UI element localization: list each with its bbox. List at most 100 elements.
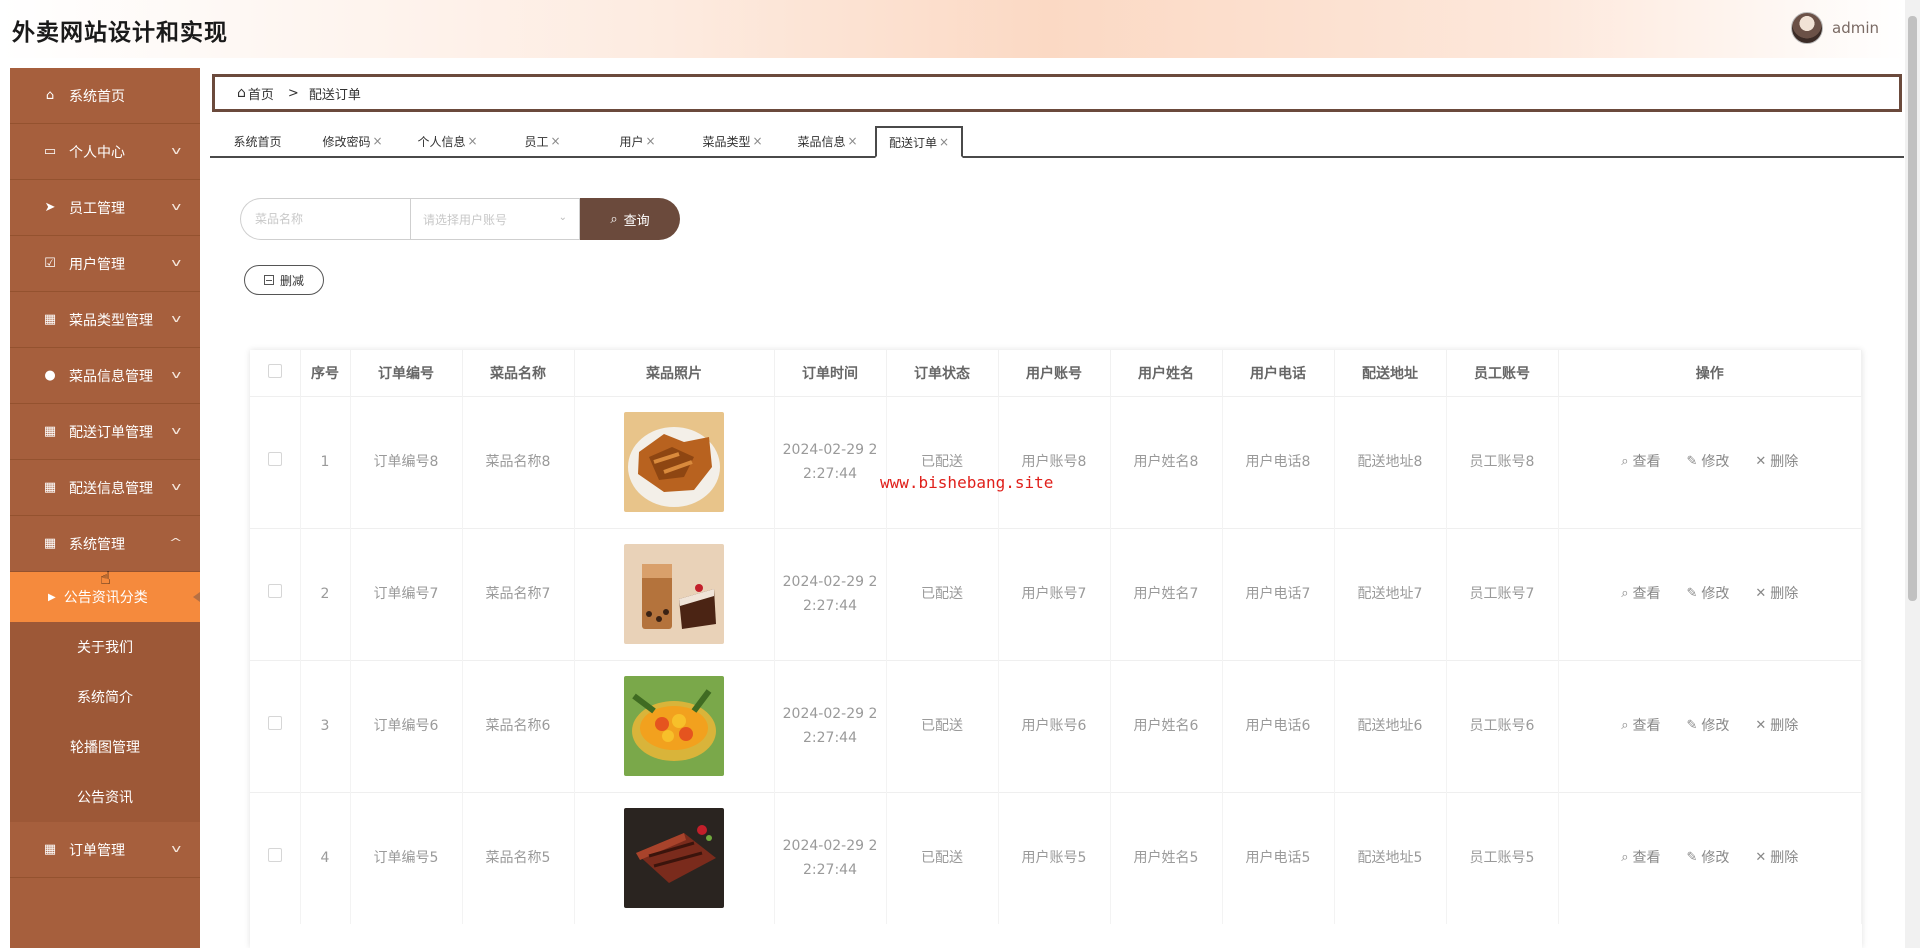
user-account-select[interactable]: 请选择用户账号 ⌄ [410,198,580,240]
row-checkbox[interactable] [267,584,282,598]
sidebar-item-delivery-info[interactable]: ▦ 配送信息管理 v [10,460,200,516]
pointer-cursor-icon: ☝ [100,568,111,589]
sidebar-item-label: 订单管理 [69,842,125,859]
tab-staff[interactable]: 员工 × [495,126,590,156]
edit-button[interactable]: ✎ 修改 [1686,714,1729,738]
search-button[interactable]: ⌕ 查询 [580,198,680,240]
cell-staff-account: 员工账号5 [1446,791,1559,924]
edit-button[interactable]: ✎ 修改 [1686,450,1729,474]
scrollbar-thumb[interactable] [1908,16,1917,601]
delete-row-button[interactable]: ✕ 删除 [1755,582,1798,606]
pencil-icon: ✎ [1686,718,1698,733]
user-menu[interactable]: admin [1791,12,1879,44]
sidebar-subitem-about[interactable]: 关于我们 [10,622,200,672]
close-icon[interactable]: × [752,134,762,148]
check-box-icon: ☑ [44,256,56,271]
edit-label: 修改 [1701,718,1730,734]
cell-dish-photo [574,791,775,924]
cell-dish-name: 菜品名称6 [462,659,575,792]
sidebar-item-delivery-orders[interactable]: ▦ 配送订单管理 v [10,404,200,460]
tab-delivery-orders[interactable]: 配送订单 × [875,126,963,158]
column-header: 菜品照片 [574,350,775,396]
view-button[interactable]: ⌕ 查看 [1621,714,1660,738]
tab-label: 修改密码 [322,134,371,149]
delete-button[interactable]: 删减 [244,265,324,295]
sidebar-subitem-notices[interactable]: 公告资讯 [10,772,200,822]
sidebar-item-personal[interactable]: ▭ 个人中心 v [10,124,200,180]
sidebar-item-orders[interactable]: ▦ 订单管理 v [10,822,200,878]
tab-home[interactable]: 系统首页 [210,126,305,156]
close-icon[interactable]: × [550,134,560,148]
send-icon: ➤ [44,200,56,215]
sidebar-subitem-label: 系统简介 [77,690,133,706]
tab-dish-info[interactable]: 菜品信息 × [780,126,875,156]
chevron-down-icon: v [171,424,182,437]
cell-ops: ⌕ 查看 ✎ 修改 ✕ 删除 [1558,527,1862,660]
edit-button[interactable]: ✎ 修改 [1686,846,1729,870]
edit-label: 修改 [1701,454,1730,470]
tab-label: 菜品类型 [702,134,751,149]
close-icon[interactable]: × [372,134,382,148]
cell-status: 已配送 [886,659,999,792]
close-icon[interactable]: × [847,134,857,148]
tab-dish-types[interactable]: 菜品类型 × [685,126,780,156]
edit-button[interactable]: ✎ 修改 [1686,582,1729,606]
search-button-label: 查询 [623,213,650,229]
view-button[interactable]: ⌕ 查看 [1621,582,1660,606]
close-icon[interactable]: × [645,134,655,148]
cell-dish-photo [574,659,775,792]
table-row: 2 订单编号7 菜品名称7 2024-02-29 2 2:27:44 已配送 用… [250,527,1862,660]
cell-order-time: 2024-02-29 2 2:27:44 [774,659,887,792]
row-checkbox[interactable] [267,716,282,730]
tab-users[interactable]: 用户 × [590,126,685,156]
sidebar-item-dish-types[interactable]: ▦ 菜品类型管理 v [10,292,200,348]
table-row: 3 订单编号6 菜品名称6 2024-02-29 2 2:27:44 已配送 用… [250,659,1862,792]
sidebar-subitem-label: 公告资讯分类 [63,590,148,606]
cell-no: 3 [300,659,351,792]
row-select-cell [250,395,301,528]
sidebar-item-system[interactable]: ▦ 系统管理 ^ [10,516,200,572]
edit-label: 修改 [1701,850,1730,867]
table-row: 4 订单编号5 菜品名称5 2024-02-29 2 2:27:44 已配送 用… [250,791,1862,924]
search-bar: 请选择用户账号 ⌄ ⌕ 查询 [240,198,680,240]
breadcrumb-home[interactable]: 首页 [248,84,274,103]
row-checkbox[interactable] [267,848,282,863]
cell-dish-photo [574,527,775,660]
close-icon[interactable]: × [939,135,949,149]
sidebar-item-dish-info[interactable]: ● 菜品信息管理 v [10,348,200,404]
avatar[interactable] [1791,12,1823,44]
sidebar-item-staff[interactable]: ➤ 员工管理 v [10,180,200,236]
minus-square-icon [263,275,274,285]
delete-row-button[interactable]: ✕ 删除 [1755,450,1798,474]
row-checkbox[interactable] [267,452,282,466]
row-select-cell [250,659,301,792]
chevron-down-icon: v [171,144,182,157]
grid-icon: ▦ [43,842,57,857]
sidebar-subitem-intro[interactable]: 系统简介 [10,672,200,722]
cell-order-no: 订单编号7 [350,527,463,660]
sidebar-item-label: 用户管理 [69,256,125,273]
delete-row-button[interactable]: ✕ 删除 [1755,846,1798,870]
active-indicator [193,592,200,602]
view-button[interactable]: ⌕ 查看 [1621,450,1660,474]
sidebar-subitem-carousel[interactable]: 轮播图管理 [10,722,200,772]
page-scrollbar[interactable] [1905,0,1920,948]
tab-label: 配送订单 [888,135,937,150]
dish-photo [624,808,724,909]
tab-change-password[interactable]: 修改密码 × [305,126,400,156]
order-time-text: 2024-02-29 2 2:27:44 [782,706,878,746]
delete-row-button[interactable]: ✕ 删除 [1755,714,1798,738]
watermark: www.bishebang.site [880,473,1054,492]
select-all-checkbox[interactable] [267,363,282,378]
sidebar-item-users[interactable]: ☑ 用户管理 v [10,236,200,292]
close-icon[interactable]: × [467,134,477,148]
column-header: 配送地址 [1334,350,1447,396]
sidebar-item-home[interactable]: ⌂ 系统首页 [10,68,200,124]
breadcrumb: ⌂ 首页 > 配送订单 [212,74,1902,112]
cell-order-no: 订单编号8 [350,395,463,528]
order-time-text: 2024-02-29 2 2:27:44 [782,838,878,879]
dish-name-input[interactable] [240,198,410,240]
user-name[interactable]: admin [1832,19,1879,37]
tab-personal-info[interactable]: 个人信息 × [400,126,495,156]
view-button[interactable]: ⌕ 查看 [1621,846,1660,870]
